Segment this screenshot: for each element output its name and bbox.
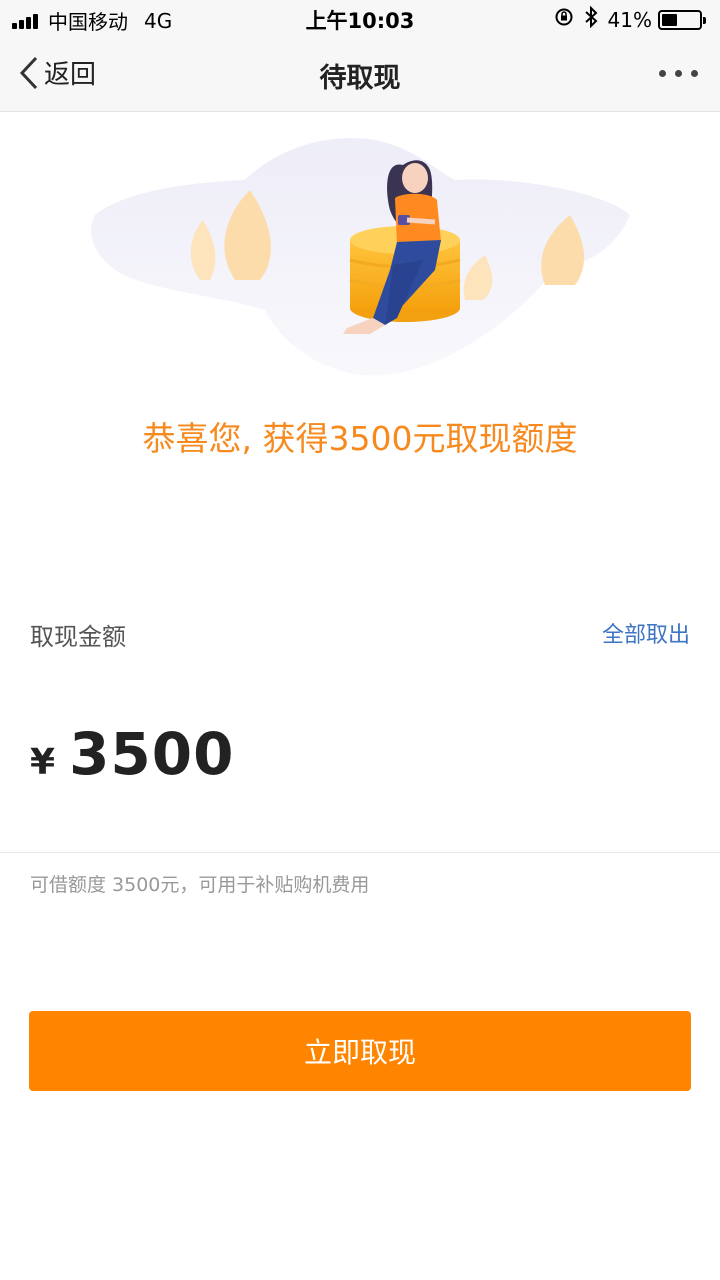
currency-symbol: ¥: [30, 742, 56, 783]
battery-percent: 41%: [607, 7, 652, 32]
more-button[interactable]: [650, 70, 698, 77]
page-title: 待取现: [319, 63, 401, 94]
status-right: 41%: [544, 5, 706, 33]
more-dot-icon: [675, 70, 682, 77]
congrats-message: 恭喜您, 获得3500元取现额度: [142, 419, 578, 458]
divider: [0, 852, 720, 853]
withdraw-now-label: 立即取现: [303, 1036, 416, 1069]
more-dot-icon: [691, 70, 698, 77]
amount-input[interactable]: ¥ 3500: [30, 720, 235, 788]
nav-bar: 返回 待取现: [0, 36, 720, 112]
withdraw-all-link[interactable]: 全部取出: [602, 617, 690, 649]
more-dot-icon: [659, 70, 666, 77]
battery-icon: [658, 9, 706, 30]
battery-fill: [662, 13, 677, 26]
amount-value: 3500: [69, 720, 235, 788]
bluetooth-icon: [584, 5, 598, 33]
rotation-lock-icon: [554, 7, 574, 32]
amount-label: 取现金额: [30, 623, 126, 651]
hero-illustration: [91, 138, 630, 376]
status-bar: 中国移动 4G 上午10:03 41%: [0, 0, 720, 36]
credit-note: 可借额度 3500元，可用于补贴购机费用: [30, 874, 370, 896]
withdraw-now-button[interactable]: 立即取现: [29, 1011, 691, 1091]
